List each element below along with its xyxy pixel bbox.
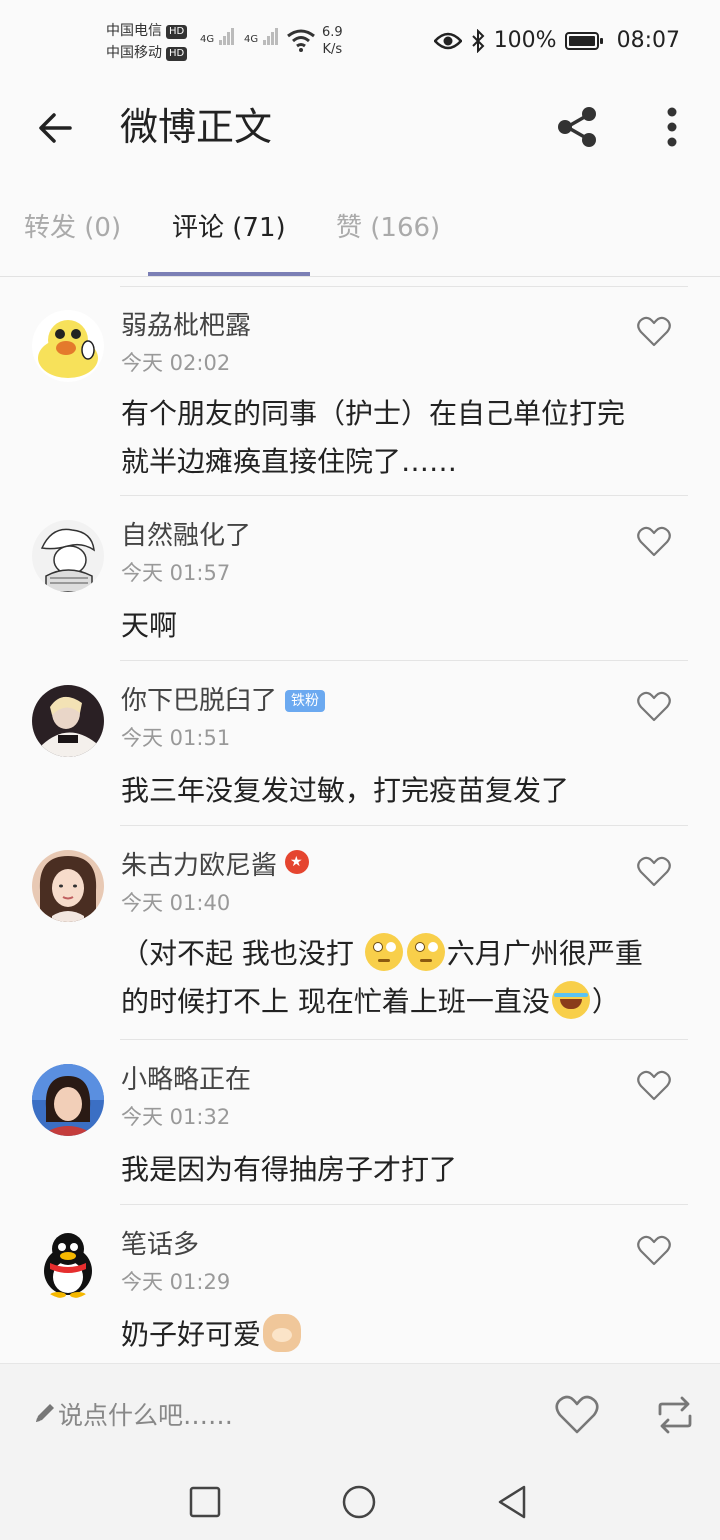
comment-text-line: 的时候打不上 现在忙着上班一直没） (121, 978, 691, 1026)
comment-text-line: 我是因为有得抽房子才打了 (121, 1153, 458, 1186)
recent-apps-square-icon[interactable] (188, 1485, 222, 1519)
speed-value: 6.9 (322, 25, 343, 40)
comment-time: 今天 01:40 (121, 891, 231, 915)
repost-icon[interactable] (652, 1392, 698, 1438)
carrier-info: 中国电信 HD 中国移动 HD (106, 20, 188, 64)
comment-input-placeholder: 说点什么吧…… (58, 1401, 234, 1430)
tab-comments[interactable]: 评论 (71) (172, 208, 286, 248)
verified-badge-icon (285, 850, 310, 874)
clock: 08:07 (616, 28, 680, 53)
comment-text: 我三年没复发过敏，打完疫苗复发了 (121, 767, 691, 815)
comment-text: 奶子好可爱 (121, 1311, 691, 1359)
bluetooth-icon (471, 28, 485, 53)
comment-username[interactable]: 弱劦枇杷露 (121, 308, 251, 344)
comment-input[interactable]: 说点什么吧…… (32, 1394, 233, 1438)
like-heart-icon[interactable] (636, 1068, 672, 1104)
comment-item[interactable]: 自然融化了 今天 01:57 天啊 (0, 496, 720, 661)
home-circle-icon[interactable] (340, 1483, 378, 1521)
speed-unit: K/s (322, 42, 343, 57)
system-nav-bar (0, 1465, 720, 1540)
avatar[interactable] (32, 850, 104, 922)
avatar[interactable] (32, 685, 104, 757)
app-header: 微博正文 (0, 80, 720, 180)
comment-text-line: （对不起 我也没打 六月广州很严重 (121, 930, 691, 978)
wifi-icon (287, 29, 315, 52)
comment-input-bar: 说点什么吧…… (0, 1363, 720, 1466)
comment-username[interactable]: 你下巴脱臼了 铁粉 (121, 683, 326, 719)
avatar[interactable] (32, 310, 104, 382)
comment-text-line: 天啊 (121, 609, 178, 642)
comment-time: 今天 02:02 (121, 351, 231, 375)
status-right: 100% 08:07 (433, 28, 680, 53)
comment-item[interactable]: 朱古力欧尼酱 今天 01:40 （对不起 我也没打 六月广州很严重 的时候打不上… (0, 826, 720, 1040)
laugh-cry-emoji-icon (551, 981, 590, 1019)
comment-time: 今天 01:57 (121, 561, 231, 585)
like-heart-icon[interactable] (636, 524, 672, 560)
signal-2-icon: 4G (244, 28, 279, 45)
comment-item[interactable]: 你下巴脱臼了 铁粉 今天 01:51 我三年没复发过敏，打完疫苗复发了 (0, 661, 720, 826)
comment-item[interactable]: 笔话多 今天 01:29 奶子好可爱 (0, 1205, 720, 1363)
comment-time: 今天 01:29 (121, 1270, 231, 1294)
comment-text-line: 奶子好可爱 (121, 1311, 691, 1359)
like-heart-icon[interactable] (636, 314, 672, 350)
fan-badge: 铁粉 (285, 690, 326, 712)
eye-icon (433, 32, 462, 49)
like-heart-icon[interactable] (636, 689, 672, 725)
comment-text-line: 我三年没复发过敏，打完疫苗复发了 (121, 774, 570, 807)
tab-likes[interactable]: 赞 (166) (336, 208, 440, 248)
tab-bar: 转发 (0) 评论 (71) 赞 (166) (0, 190, 720, 277)
comment-text: （对不起 我也没打 六月广州很严重 的时候打不上 现在忙着上班一直没） (121, 930, 691, 1026)
avatar[interactable] (32, 1064, 104, 1136)
comment-text-line: 有个朋友的同事（护士）在自己单位打完 (121, 397, 626, 430)
comment-username[interactable]: 小略略正在 (121, 1062, 251, 1098)
nav-back-triangle-icon[interactable] (494, 1483, 532, 1521)
like-heart-icon[interactable] (636, 854, 672, 890)
carrier-2: 中国移动 (106, 45, 162, 61)
eye-roll-emoji-icon (406, 933, 445, 971)
carrier-1: 中国电信 (106, 23, 162, 39)
comment-list[interactable]: 弱劦枇杷露 今天 02:02 有个朋友的同事（护士）在自己单位打完 就半边瘫痪直… (0, 286, 720, 1363)
network-speed: 6.9 K/s (322, 24, 343, 58)
battery-percent: 100% (493, 28, 557, 53)
comment-time: 今天 01:32 (121, 1105, 231, 1129)
comment-username[interactable]: 自然融化了 (121, 518, 251, 554)
signal-1-icon: 4G (200, 28, 235, 45)
username-text: 你下巴脱臼了 (121, 686, 278, 716)
status-bar: 中国电信 HD 中国移动 HD 4G 4G 6.9 K/s 100% 08:07 (0, 0, 720, 80)
back-arrow-icon[interactable] (30, 102, 82, 154)
comment-text: 天啊 (121, 602, 691, 650)
tab-indicator (148, 272, 310, 276)
share-icon[interactable] (552, 102, 602, 152)
username-text: 朱古力欧尼酱 (121, 851, 278, 881)
comment-username[interactable]: 朱古力欧尼酱 (121, 848, 310, 884)
monkey-emoji-icon (263, 1314, 302, 1352)
avatar[interactable] (32, 520, 104, 592)
hd-badge: HD (166, 25, 188, 39)
comment-username[interactable]: 笔话多 (121, 1227, 199, 1263)
network-type-1: 4G (200, 34, 215, 45)
more-options-icon[interactable] (652, 102, 692, 152)
battery-icon (564, 31, 603, 50)
pencil-icon (36, 1404, 54, 1422)
network-type-2: 4G (244, 34, 259, 45)
comment-time: 今天 01:51 (121, 726, 231, 750)
hd-badge: HD (166, 47, 188, 61)
tab-reposts[interactable]: 转发 (0) (24, 208, 121, 248)
comment-text-line: 就半边瘫痪直接住院了…… (121, 445, 458, 478)
avatar[interactable] (32, 1227, 104, 1299)
comment-item[interactable]: 小略略正在 今天 01:32 我是因为有得抽房子才打了 (0, 1040, 720, 1205)
page-title: 微博正文 (120, 105, 273, 149)
comment-text: 有个朋友的同事（护士）在自己单位打完 就半边瘫痪直接住院了…… (121, 390, 691, 486)
comment-text: 我是因为有得抽房子才打了 (121, 1146, 691, 1194)
eye-roll-emoji-icon (364, 933, 403, 971)
like-heart-icon[interactable] (636, 1233, 672, 1269)
comment-item[interactable]: 弱劦枇杷露 今天 02:02 有个朋友的同事（护士）在自己单位打完 就半边瘫痪直… (0, 286, 720, 496)
like-post-heart-icon[interactable] (554, 1392, 600, 1438)
